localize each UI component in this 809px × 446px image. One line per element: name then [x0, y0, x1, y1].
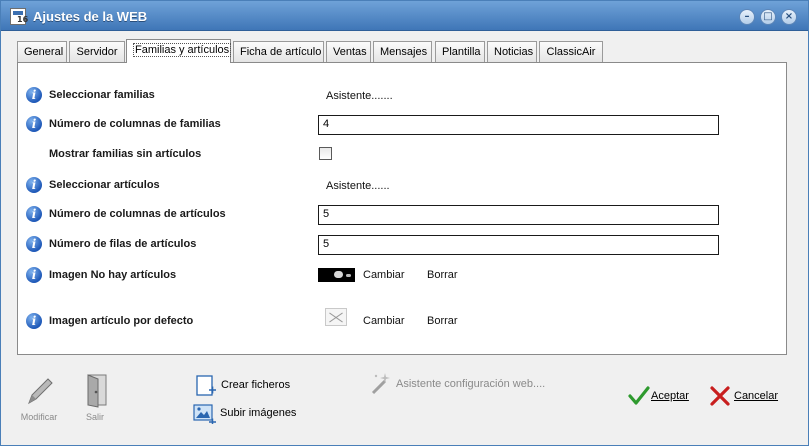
info-icon[interactable]: i: [26, 87, 42, 103]
modify-label: Modificar: [20, 412, 58, 422]
broken-image-icon: [325, 308, 347, 326]
window-title: Ajustes de la WEB: [33, 9, 148, 24]
show-empty-families-checkbox[interactable]: [319, 147, 332, 160]
row-show-empty-families: Mostrar familias sin artículos: [18, 144, 788, 166]
tab-servidor[interactable]: Servidor: [69, 41, 125, 62]
tab-mensajes[interactable]: Mensajes: [373, 41, 432, 62]
app-icon: 16: [10, 8, 28, 25]
settings-window: 16 Ajustes de la WEB – □ × General Servi…: [0, 0, 809, 446]
tab-familias-y-articulos[interactable]: Familias y artículos: [126, 39, 232, 63]
default-image-change-link[interactable]: Cambiar: [363, 315, 405, 327]
magic-wand-icon: [371, 373, 390, 395]
article-columns-input[interactable]: 5: [318, 205, 719, 225]
no-articles-image-delete-link[interactable]: Borrar: [427, 269, 458, 281]
tab-panel: i Seleccionar familias Asistente....... …: [17, 62, 787, 355]
row-no-articles-image: i Imagen No hay artículos Cambiar Borrar: [18, 265, 788, 287]
info-icon[interactable]: i: [26, 177, 42, 193]
select-families-wizard-link[interactable]: Asistente.......: [326, 90, 393, 102]
pen-icon: [28, 378, 53, 405]
check-icon: [628, 386, 650, 405]
family-columns-input[interactable]: 4: [318, 115, 719, 135]
tab-plantilla[interactable]: Plantilla: [435, 41, 485, 62]
row-family-columns: i Número de columnas de familias 4: [18, 114, 788, 136]
tab-ventas[interactable]: Ventas: [326, 41, 371, 62]
minimize-button[interactable]: –: [739, 9, 755, 25]
accept-label: Aceptar: [651, 390, 689, 402]
info-icon[interactable]: i: [26, 116, 42, 132]
image-upload-icon: [193, 404, 216, 424]
door-icon: [87, 374, 107, 408]
field-label: Imagen artículo por defecto: [49, 315, 194, 327]
field-label: Número de filas de artículos: [49, 238, 197, 250]
cancel-label: Cancelar: [734, 390, 779, 402]
info-icon[interactable]: i: [26, 313, 42, 329]
field-label: Seleccionar artículos: [49, 179, 160, 191]
no-articles-image-change-link[interactable]: Cambiar: [363, 269, 405, 281]
tab-classicair[interactable]: ClassicAir: [539, 41, 603, 62]
default-image-delete-link[interactable]: Borrar: [427, 315, 458, 327]
info-icon[interactable]: i: [26, 236, 42, 252]
title-bar[interactable]: 16 Ajustes de la WEB – □ ×: [1, 1, 808, 31]
tab-label: Familias y artículos: [133, 43, 232, 57]
upload-images-label: Subir imágenes: [220, 407, 297, 419]
exit-button[interactable]: Salir: [65, 371, 125, 423]
row-default-article-image: i Imagen artículo por defecto Cambiar Bo…: [18, 308, 788, 333]
exit-label: Salir: [85, 412, 104, 422]
field-label: Número de columnas de artículos: [49, 208, 226, 220]
row-select-families: i Seleccionar familias Asistente.......: [18, 85, 788, 107]
field-label: Seleccionar familias: [49, 89, 155, 101]
row-article-columns: i Número de columnas de artículos 5: [18, 204, 788, 226]
tab-general[interactable]: General: [17, 41, 67, 62]
no-articles-image-thumbnail: [318, 268, 355, 282]
field-label: Mostrar familias sin artículos: [49, 148, 202, 160]
create-files-label: Crear ficheros: [221, 379, 291, 391]
info-icon[interactable]: i: [26, 206, 42, 222]
select-articles-wizard-link[interactable]: Asistente......: [326, 180, 390, 192]
row-select-articles: i Seleccionar artículos Asistente......: [18, 175, 788, 197]
field-label: Número de columnas de familias: [49, 118, 221, 130]
row-article-rows: i Número de filas de artículos 5: [18, 234, 788, 256]
tab-ficha-de-articulo[interactable]: Ficha de artículo: [233, 41, 324, 62]
close-button[interactable]: ×: [781, 9, 797, 25]
info-icon[interactable]: i: [26, 267, 42, 283]
cross-icon: [710, 386, 730, 406]
tab-noticias[interactable]: Noticias: [487, 41, 537, 62]
new-file-icon: [196, 375, 216, 396]
web-wizard-label: Asistente configuración web....: [396, 378, 546, 390]
modify-button[interactable]: Modificar: [9, 371, 69, 423]
maximize-button[interactable]: □: [760, 9, 776, 25]
article-rows-input[interactable]: 5: [318, 235, 719, 255]
field-label: Imagen No hay artículos: [49, 269, 177, 281]
